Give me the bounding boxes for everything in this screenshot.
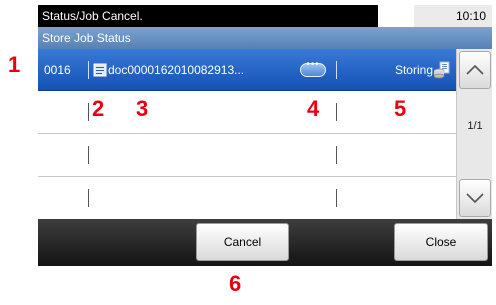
column-separator bbox=[88, 189, 89, 207]
title-spacer bbox=[378, 5, 414, 27]
detail-button[interactable]: ••• bbox=[300, 59, 326, 77]
scroll-up-button[interactable] bbox=[459, 51, 491, 89]
screen-title: Status/Job Cancel. bbox=[38, 5, 378, 27]
callout-5: 5 bbox=[394, 96, 407, 121]
job-row[interactable]: 0016 doc0000162010082913... ••• Storing bbox=[38, 49, 456, 91]
chevron-up-icon bbox=[466, 64, 484, 75]
job-name: doc0000162010082913... bbox=[108, 63, 245, 77]
panel-screen: Status/Job Cancel. 10:10 Store Job Statu… bbox=[38, 5, 492, 266]
scroll-down-button[interactable] bbox=[459, 179, 491, 217]
chevron-down-icon bbox=[466, 193, 484, 204]
close-button[interactable]: Close bbox=[394, 223, 488, 261]
scrollbar: 1/1 bbox=[456, 49, 492, 219]
job-row[interactable] bbox=[38, 134, 456, 177]
more-icon: ••• bbox=[306, 59, 320, 70]
job-number: 0016 bbox=[44, 63, 71, 77]
callout-1: 1 bbox=[8, 52, 21, 77]
job-row[interactable] bbox=[38, 177, 456, 219]
column-separator bbox=[88, 103, 89, 121]
clock: 10:10 bbox=[414, 5, 492, 27]
page-indicator: 1/1 bbox=[467, 120, 483, 132]
callout-6: 6 bbox=[229, 271, 242, 296]
callout-3: 3 bbox=[136, 96, 149, 121]
column-separator bbox=[88, 146, 89, 164]
callout-2: 2 bbox=[92, 96, 105, 121]
title-bar: Status/Job Cancel. 10:10 bbox=[38, 5, 492, 27]
subtitle-bar: Store Job Status bbox=[38, 27, 492, 49]
document-icon bbox=[93, 62, 107, 78]
cancel-button[interactable]: Cancel bbox=[196, 223, 289, 261]
column-separator bbox=[336, 146, 337, 164]
column-separator bbox=[336, 103, 337, 121]
column-separator bbox=[336, 61, 337, 79]
job-list: 0016 doc0000162010082913... ••• Storing bbox=[38, 49, 456, 219]
footer-bar: Cancel Close bbox=[38, 219, 492, 266]
callout-4: 4 bbox=[307, 96, 320, 121]
job-status: Storing bbox=[394, 63, 433, 77]
column-separator bbox=[88, 61, 89, 79]
storing-icon bbox=[433, 61, 450, 79]
column-separator bbox=[336, 189, 337, 207]
